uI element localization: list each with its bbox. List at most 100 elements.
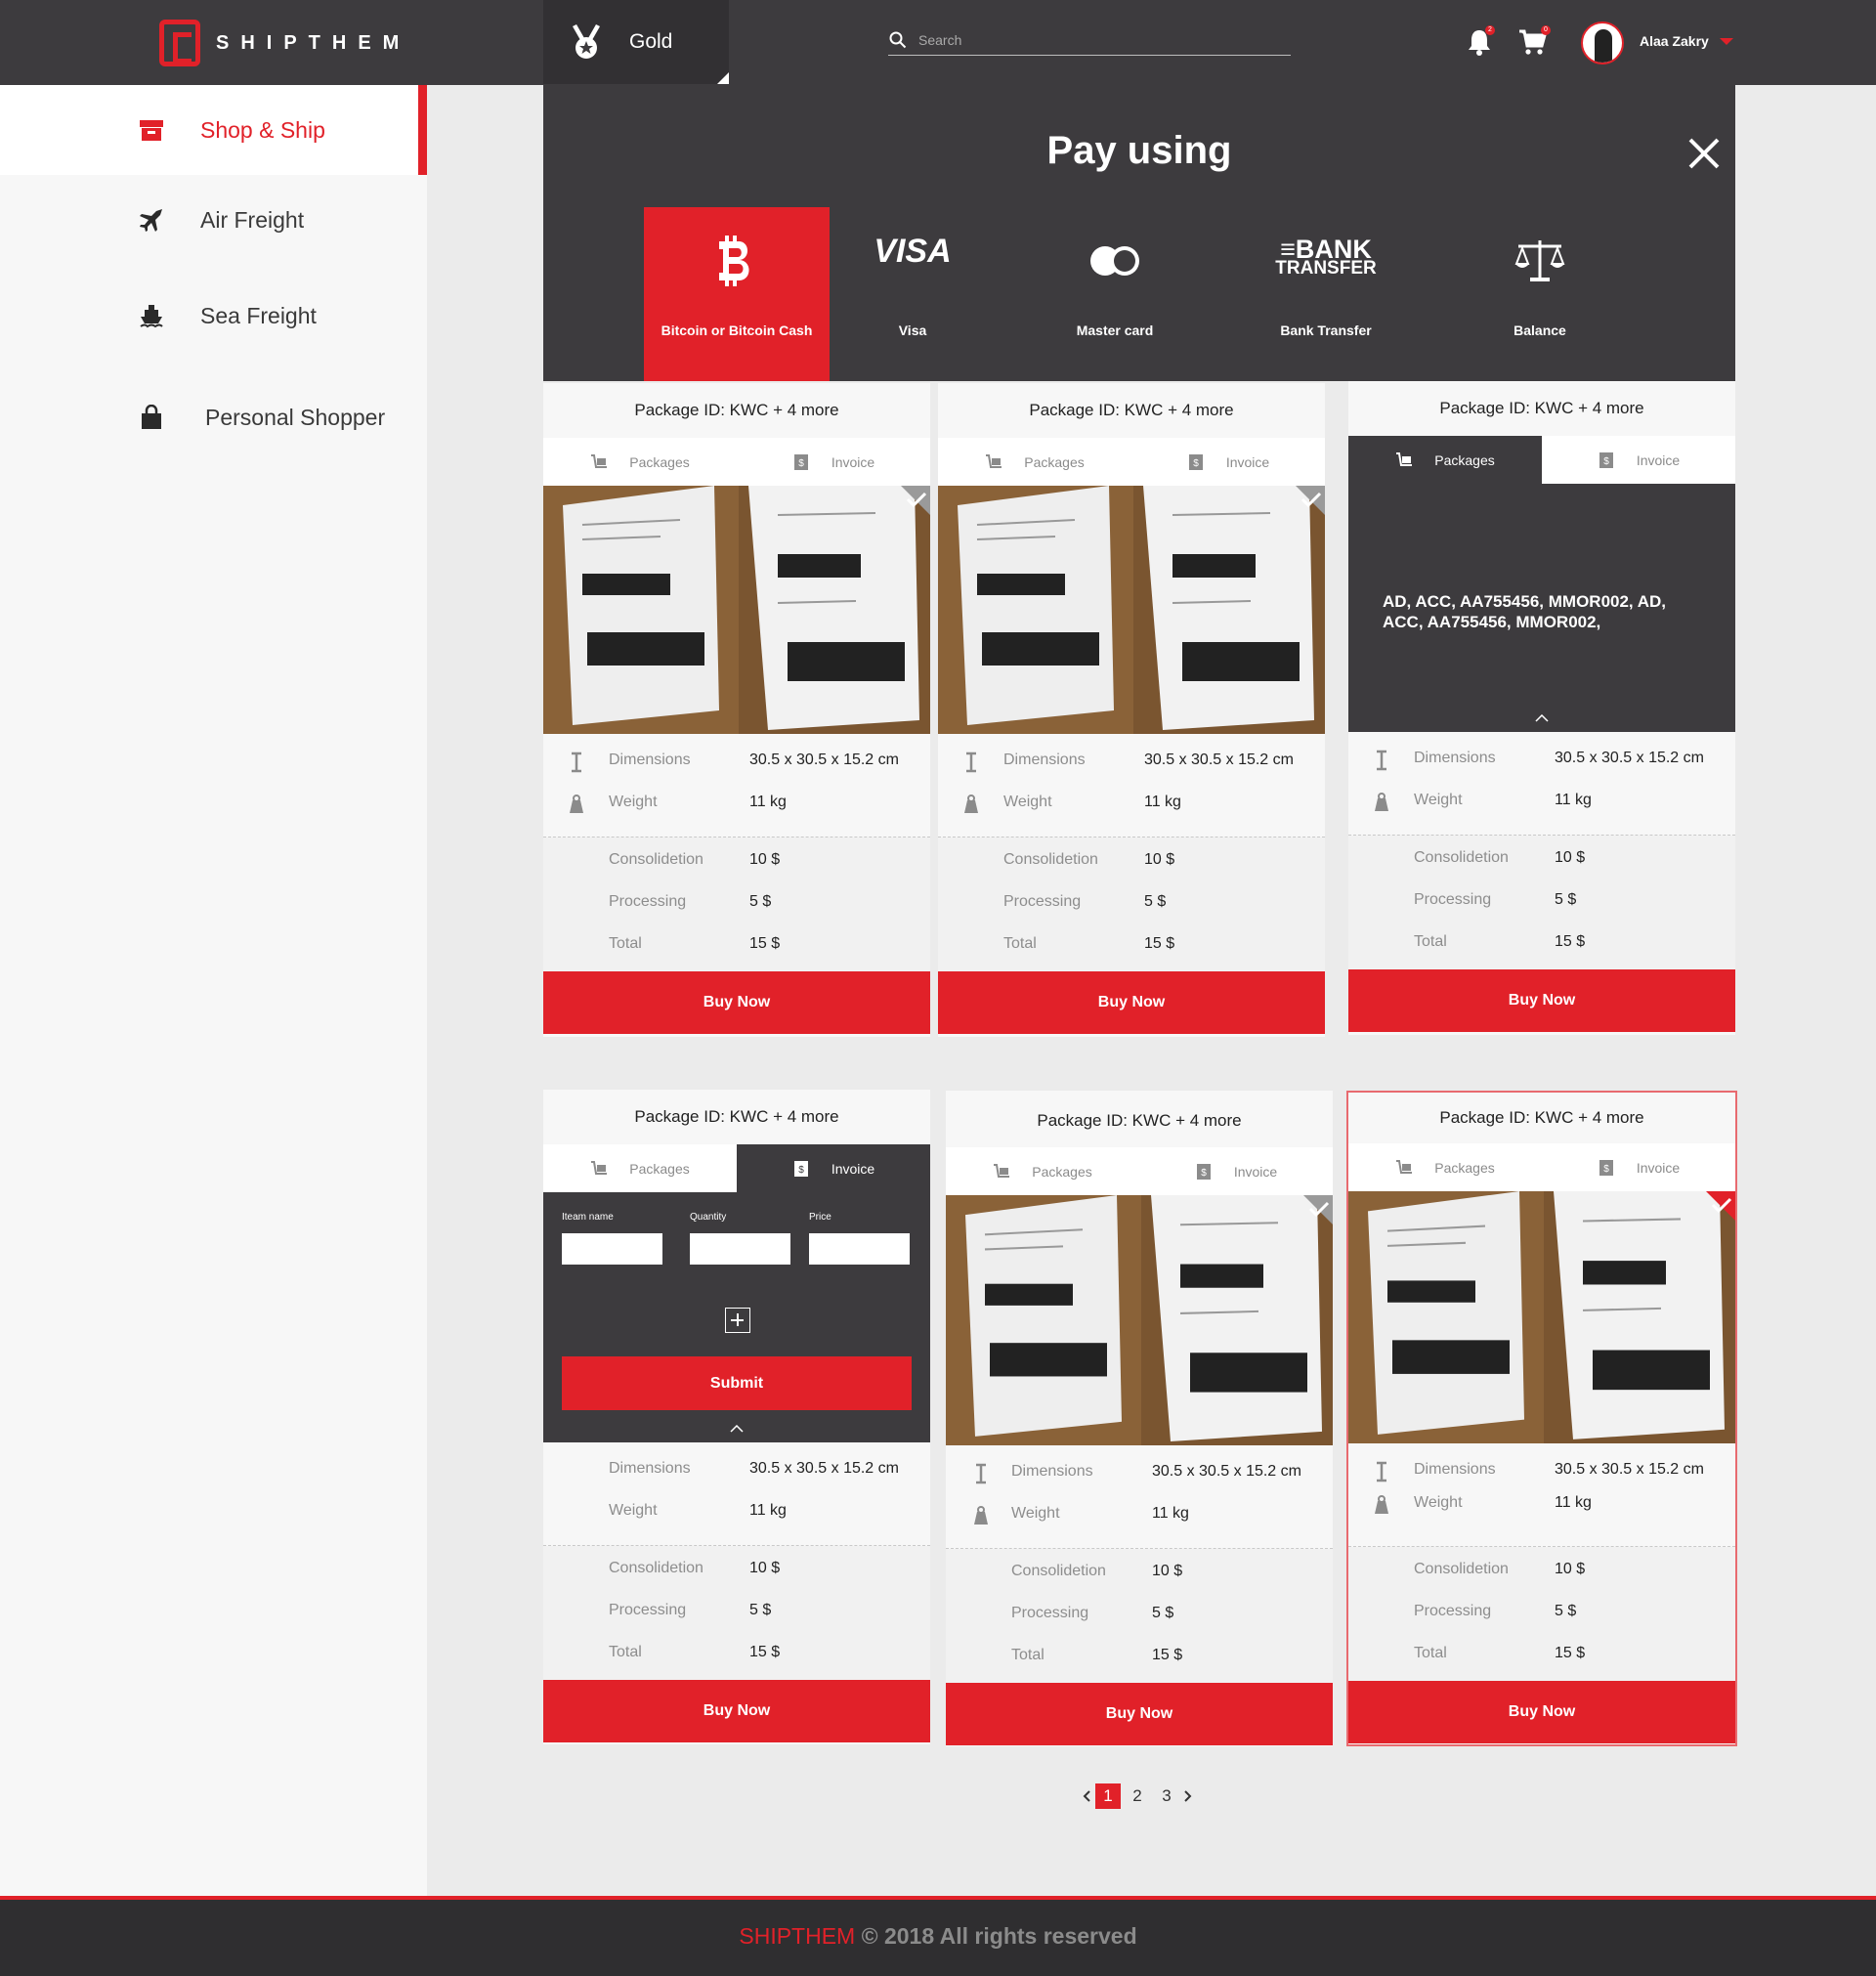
tab-invoice[interactable]: $ Invoice bbox=[737, 1144, 930, 1192]
tab-packages[interactable]: Packages bbox=[946, 1147, 1139, 1195]
payment-method-bank-transfer[interactable]: ≡BANK TRANSFER Bank Transfer bbox=[1233, 207, 1419, 381]
membership-tier[interactable]: Gold bbox=[543, 0, 729, 84]
invoice-icon: $ bbox=[1196, 1163, 1211, 1180]
airplane-icon bbox=[140, 209, 162, 232]
chevron-up-icon[interactable] bbox=[730, 1425, 744, 1433]
payment-method-label: Balance bbox=[1514, 322, 1566, 338]
invoice-icon: $ bbox=[793, 1160, 808, 1177]
total-value: 15 $ bbox=[749, 935, 781, 952]
buy-now-button[interactable]: Buy Now bbox=[1348, 1681, 1735, 1743]
quantity-input[interactable] bbox=[690, 1233, 790, 1265]
processing-label: Processing bbox=[1003, 893, 1082, 910]
logo[interactable]: SHIPTHEM bbox=[159, 20, 410, 66]
package-photo-image bbox=[543, 486, 930, 734]
price-input[interactable] bbox=[809, 1233, 910, 1265]
sidebar-item-personal-shopper[interactable]: Personal Shopper bbox=[0, 372, 427, 462]
chevron-down-icon[interactable] bbox=[1720, 38, 1733, 45]
payment-method-label: Visa bbox=[898, 322, 927, 338]
tab-packages[interactable]: Packages bbox=[938, 438, 1131, 486]
tab-invoice[interactable]: $ Invoice bbox=[1542, 1143, 1735, 1191]
buy-now-button[interactable]: Buy Now bbox=[543, 971, 930, 1034]
dimensions-label: Dimensions bbox=[609, 752, 691, 768]
package-photo[interactable] bbox=[938, 486, 1325, 734]
select-check-icon[interactable] bbox=[1303, 1195, 1333, 1224]
tab-label: Invoice bbox=[1636, 451, 1681, 468]
invoice-icon: $ bbox=[793, 453, 808, 470]
buy-now-button[interactable]: Buy Now bbox=[543, 1680, 930, 1742]
packages-icon bbox=[591, 453, 608, 468]
sidebar-item-shop-ship[interactable]: Shop & Ship bbox=[0, 85, 427, 175]
dimensions-value: 30.5 x 30.5 x 15.2 cm bbox=[1555, 1461, 1704, 1478]
tab-packages[interactable]: Packages bbox=[1348, 436, 1542, 484]
package-card: Package ID: KWC + 4 more Packages $ Invoi… bbox=[938, 383, 1325, 1037]
tab-packages[interactable]: Packages bbox=[543, 1144, 737, 1192]
payment-method-bitcoin[interactable]: Bitcoin or Bitcoin Cash bbox=[644, 207, 830, 381]
submit-button[interactable]: Submit bbox=[562, 1356, 912, 1410]
total-value: 15 $ bbox=[1144, 935, 1175, 952]
close-icon[interactable] bbox=[1686, 136, 1722, 171]
dimensions-icon bbox=[1377, 750, 1386, 771]
total-label: Total bbox=[609, 935, 642, 952]
notifications-badge: 2 bbox=[1485, 25, 1495, 35]
page-1-button[interactable]: 1 bbox=[1095, 1783, 1121, 1809]
consolidation-label: Consolidetion bbox=[1011, 1563, 1106, 1579]
chevron-up-icon[interactable] bbox=[1535, 714, 1549, 722]
card-title: Package ID: KWC + 4 more bbox=[543, 383, 930, 438]
consolidation-label: Consolidetion bbox=[1414, 1561, 1509, 1577]
sidebar-item-label: Air Freight bbox=[200, 206, 305, 233]
page-2-button[interactable]: 2 bbox=[1125, 1783, 1150, 1809]
weight-icon bbox=[964, 795, 978, 813]
tab-invoice[interactable]: $ Invoice bbox=[1139, 1147, 1333, 1195]
package-photo[interactable] bbox=[946, 1195, 1333, 1445]
packages-icon bbox=[1396, 451, 1413, 466]
ship-icon bbox=[140, 305, 163, 328]
costs-section: Consolidetion 10 $ Processing 5 $ Total 15 … bbox=[1348, 1547, 1735, 1681]
avatar[interactable] bbox=[1581, 21, 1624, 64]
search-input[interactable] bbox=[918, 32, 1270, 48]
svg-text:$: $ bbox=[1201, 1168, 1207, 1179]
payment-method-balance[interactable]: Balance bbox=[1447, 207, 1633, 381]
weight-label: Weight bbox=[609, 1502, 658, 1519]
payment-method-visa[interactable]: VISA Visa bbox=[820, 207, 1005, 381]
cart-button[interactable]: 0 bbox=[1517, 25, 1551, 59]
buy-now-button[interactable]: Buy Now bbox=[1348, 969, 1735, 1032]
svg-text:$: $ bbox=[798, 1165, 804, 1176]
packages-icon bbox=[1396, 1159, 1413, 1174]
page-3-button[interactable]: 3 bbox=[1154, 1783, 1179, 1809]
sidebar-item-label: Shop & Ship bbox=[200, 116, 325, 143]
select-check-icon[interactable] bbox=[901, 486, 930, 515]
package-photo[interactable] bbox=[543, 486, 930, 734]
tab-packages[interactable]: Packages bbox=[543, 438, 737, 486]
search-icon[interactable] bbox=[889, 31, 907, 49]
weight-value: 11 kg bbox=[749, 794, 787, 810]
copyright: SHIPTHEM © 2018 All rights reserved bbox=[0, 1923, 1876, 1950]
notifications-button[interactable]: 2 bbox=[1466, 25, 1497, 59]
username[interactable]: Alaa Zakry bbox=[1640, 33, 1709, 49]
package-photo[interactable] bbox=[1348, 1191, 1735, 1443]
consolidation-value: 10 $ bbox=[749, 851, 781, 868]
invoice-icon: $ bbox=[1188, 453, 1203, 470]
card-title: Package ID: KWC + 4 more bbox=[543, 1090, 930, 1144]
buy-now-button[interactable]: Buy Now bbox=[938, 971, 1325, 1034]
select-check-icon[interactable] bbox=[1296, 486, 1325, 515]
add-item-button[interactable] bbox=[725, 1308, 750, 1333]
tab-invoice[interactable]: $ Invoice bbox=[737, 438, 930, 486]
total-label: Total bbox=[1003, 935, 1037, 952]
next-page-button[interactable] bbox=[1181, 1783, 1195, 1809]
selected-check-icon[interactable] bbox=[1706, 1191, 1735, 1221]
processing-label: Processing bbox=[609, 893, 687, 910]
sidebar-item-sea-freight[interactable]: Sea Freight bbox=[0, 271, 427, 361]
tab-invoice[interactable]: $ Invoice bbox=[1542, 436, 1735, 484]
sidebar-item-air-freight[interactable]: Air Freight bbox=[0, 175, 427, 265]
previous-page-button[interactable] bbox=[1080, 1783, 1093, 1809]
dimensions-section: Dimensions 30.5 x 30.5 x 15.2 cm Weight 11… bbox=[1348, 1443, 1735, 1547]
item-name-input[interactable] bbox=[562, 1233, 662, 1265]
price-label: Price bbox=[809, 1212, 831, 1223]
payment-method-mastercard[interactable]: Master card bbox=[1022, 207, 1208, 381]
tab-invoice[interactable]: $ Invoice bbox=[1131, 438, 1325, 486]
tab-packages[interactable]: Packages bbox=[1348, 1143, 1542, 1191]
dimensions-section: Dimensions 30.5 x 30.5 x 15.2 cm Weight 11… bbox=[543, 734, 930, 838]
buy-now-button[interactable]: Buy Now bbox=[946, 1683, 1333, 1745]
footer-brand[interactable]: SHIPTHEM bbox=[739, 1923, 855, 1949]
tab-label: Invoice bbox=[1636, 1159, 1681, 1176]
